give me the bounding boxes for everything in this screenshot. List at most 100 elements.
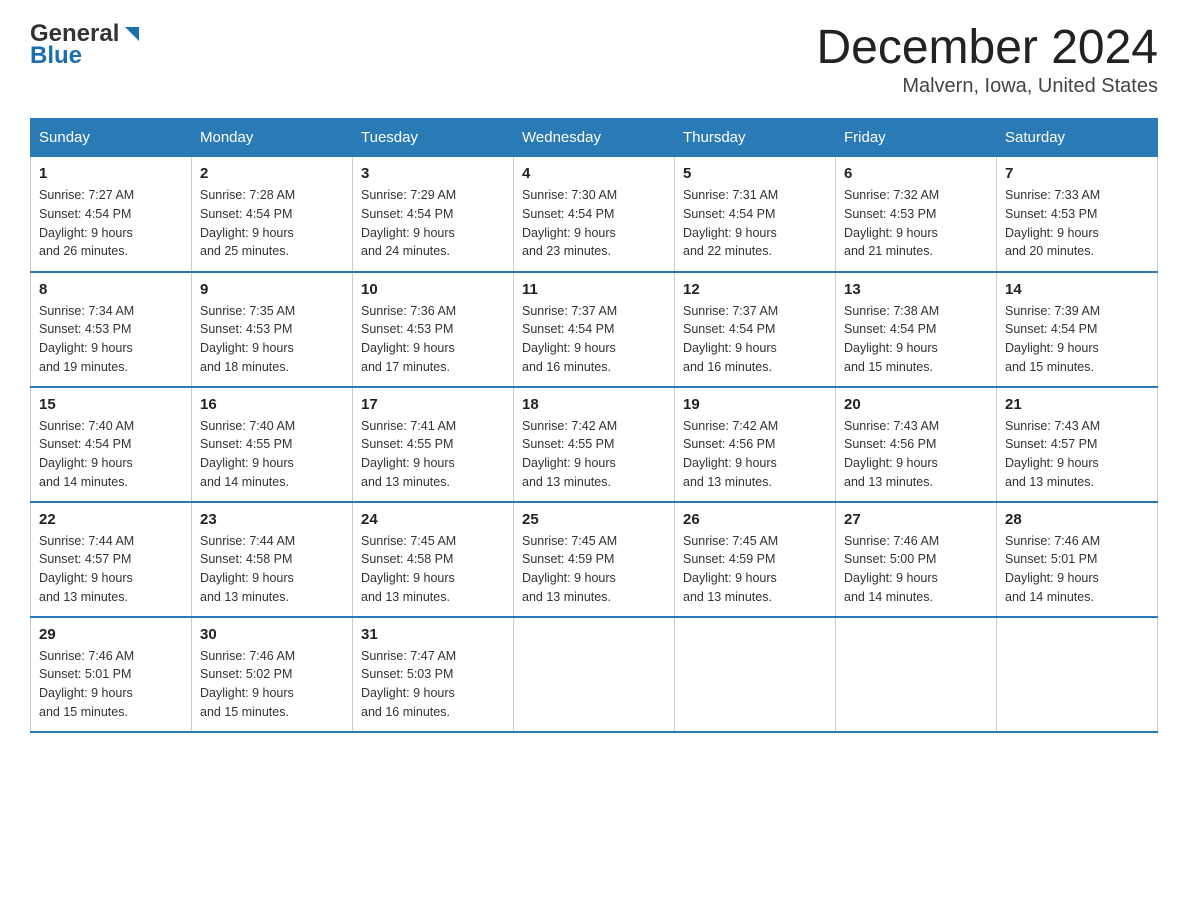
page-subtitle: Malvern, Iowa, United States: [816, 75, 1158, 98]
day-info: Sunrise: 7:36 AM Sunset: 4:53 PM Dayligh…: [361, 302, 505, 377]
day-number: 24: [361, 511, 505, 528]
calendar-cell: 15 Sunrise: 7:40 AM Sunset: 4:54 PM Dayl…: [31, 387, 192, 502]
calendar-cell: 24 Sunrise: 7:45 AM Sunset: 4:58 PM Dayl…: [353, 502, 514, 617]
day-info: Sunrise: 7:43 AM Sunset: 4:56 PM Dayligh…: [844, 417, 988, 492]
day-info: Sunrise: 7:40 AM Sunset: 4:54 PM Dayligh…: [39, 417, 183, 492]
calendar-cell: 4 Sunrise: 7:30 AM Sunset: 4:54 PM Dayli…: [514, 157, 675, 272]
logo-arrow-icon: [121, 23, 143, 45]
calendar-cell: 19 Sunrise: 7:42 AM Sunset: 4:56 PM Dayl…: [675, 387, 836, 502]
calendar-cell: 25 Sunrise: 7:45 AM Sunset: 4:59 PM Dayl…: [514, 502, 675, 617]
title-block: December 2024 Malvern, Iowa, United Stat…: [816, 20, 1158, 98]
day-info: Sunrise: 7:44 AM Sunset: 4:57 PM Dayligh…: [39, 532, 183, 607]
day-info: Sunrise: 7:41 AM Sunset: 4:55 PM Dayligh…: [361, 417, 505, 492]
day-info: Sunrise: 7:46 AM Sunset: 5:02 PM Dayligh…: [200, 647, 344, 722]
calendar-cell: [675, 617, 836, 732]
day-number: 31: [361, 626, 505, 643]
day-info: Sunrise: 7:28 AM Sunset: 4:54 PM Dayligh…: [200, 186, 344, 261]
calendar-cell: 1 Sunrise: 7:27 AM Sunset: 4:54 PM Dayli…: [31, 157, 192, 272]
calendar-cell: 14 Sunrise: 7:39 AM Sunset: 4:54 PM Dayl…: [997, 272, 1158, 387]
day-number: 29: [39, 626, 183, 643]
day-number: 14: [1005, 281, 1149, 298]
week-row-5: 29 Sunrise: 7:46 AM Sunset: 5:01 PM Dayl…: [31, 617, 1158, 732]
day-info: Sunrise: 7:47 AM Sunset: 5:03 PM Dayligh…: [361, 647, 505, 722]
day-info: Sunrise: 7:30 AM Sunset: 4:54 PM Dayligh…: [522, 186, 666, 261]
day-number: 18: [522, 396, 666, 413]
header-monday: Monday: [192, 119, 353, 157]
calendar-cell: 9 Sunrise: 7:35 AM Sunset: 4:53 PM Dayli…: [192, 272, 353, 387]
calendar-cell: 8 Sunrise: 7:34 AM Sunset: 4:53 PM Dayli…: [31, 272, 192, 387]
week-row-2: 8 Sunrise: 7:34 AM Sunset: 4:53 PM Dayli…: [31, 272, 1158, 387]
calendar-cell: [514, 617, 675, 732]
day-number: 30: [200, 626, 344, 643]
calendar-cell: 30 Sunrise: 7:46 AM Sunset: 5:02 PM Dayl…: [192, 617, 353, 732]
header-thursday: Thursday: [675, 119, 836, 157]
day-number: 4: [522, 165, 666, 182]
page-header: General Blue December 2024 Malvern, Iowa…: [30, 20, 1158, 98]
calendar-cell: [997, 617, 1158, 732]
day-info: Sunrise: 7:37 AM Sunset: 4:54 PM Dayligh…: [683, 302, 827, 377]
calendar-cell: 23 Sunrise: 7:44 AM Sunset: 4:58 PM Dayl…: [192, 502, 353, 617]
calendar-cell: 2 Sunrise: 7:28 AM Sunset: 4:54 PM Dayli…: [192, 157, 353, 272]
day-number: 11: [522, 281, 666, 298]
calendar-cell: 22 Sunrise: 7:44 AM Sunset: 4:57 PM Dayl…: [31, 502, 192, 617]
day-info: Sunrise: 7:46 AM Sunset: 5:00 PM Dayligh…: [844, 532, 988, 607]
calendar-cell: 28 Sunrise: 7:46 AM Sunset: 5:01 PM Dayl…: [997, 502, 1158, 617]
day-number: 28: [1005, 511, 1149, 528]
day-number: 16: [200, 396, 344, 413]
calendar-cell: 27 Sunrise: 7:46 AM Sunset: 5:00 PM Dayl…: [836, 502, 997, 617]
week-row-3: 15 Sunrise: 7:40 AM Sunset: 4:54 PM Dayl…: [31, 387, 1158, 502]
day-number: 22: [39, 511, 183, 528]
header-tuesday: Tuesday: [353, 119, 514, 157]
day-number: 1: [39, 165, 183, 182]
week-row-1: 1 Sunrise: 7:27 AM Sunset: 4:54 PM Dayli…: [31, 157, 1158, 272]
day-info: Sunrise: 7:42 AM Sunset: 4:55 PM Dayligh…: [522, 417, 666, 492]
day-number: 17: [361, 396, 505, 413]
day-info: Sunrise: 7:34 AM Sunset: 4:53 PM Dayligh…: [39, 302, 183, 377]
day-number: 2: [200, 165, 344, 182]
header-wednesday: Wednesday: [514, 119, 675, 157]
day-number: 21: [1005, 396, 1149, 413]
day-number: 13: [844, 281, 988, 298]
page-title: December 2024: [816, 20, 1158, 75]
day-info: Sunrise: 7:45 AM Sunset: 4:59 PM Dayligh…: [522, 532, 666, 607]
day-info: Sunrise: 7:40 AM Sunset: 4:55 PM Dayligh…: [200, 417, 344, 492]
day-number: 23: [200, 511, 344, 528]
header-saturday: Saturday: [997, 119, 1158, 157]
day-number: 20: [844, 396, 988, 413]
calendar-table: SundayMondayTuesdayWednesdayThursdayFrid…: [30, 118, 1158, 733]
header-sunday: Sunday: [31, 119, 192, 157]
calendar-cell: [836, 617, 997, 732]
logo: General Blue: [30, 20, 143, 70]
day-info: Sunrise: 7:37 AM Sunset: 4:54 PM Dayligh…: [522, 302, 666, 377]
day-number: 9: [200, 281, 344, 298]
day-info: Sunrise: 7:43 AM Sunset: 4:57 PM Dayligh…: [1005, 417, 1149, 492]
calendar-cell: 18 Sunrise: 7:42 AM Sunset: 4:55 PM Dayl…: [514, 387, 675, 502]
day-number: 25: [522, 511, 666, 528]
day-info: Sunrise: 7:44 AM Sunset: 4:58 PM Dayligh…: [200, 532, 344, 607]
calendar-cell: 20 Sunrise: 7:43 AM Sunset: 4:56 PM Dayl…: [836, 387, 997, 502]
day-number: 5: [683, 165, 827, 182]
calendar-cell: 3 Sunrise: 7:29 AM Sunset: 4:54 PM Dayli…: [353, 157, 514, 272]
day-number: 3: [361, 165, 505, 182]
day-number: 12: [683, 281, 827, 298]
day-info: Sunrise: 7:31 AM Sunset: 4:54 PM Dayligh…: [683, 186, 827, 261]
day-info: Sunrise: 7:42 AM Sunset: 4:56 PM Dayligh…: [683, 417, 827, 492]
day-info: Sunrise: 7:32 AM Sunset: 4:53 PM Dayligh…: [844, 186, 988, 261]
day-info: Sunrise: 7:39 AM Sunset: 4:54 PM Dayligh…: [1005, 302, 1149, 377]
day-info: Sunrise: 7:29 AM Sunset: 4:54 PM Dayligh…: [361, 186, 505, 261]
day-number: 26: [683, 511, 827, 528]
day-info: Sunrise: 7:45 AM Sunset: 4:58 PM Dayligh…: [361, 532, 505, 607]
day-number: 27: [844, 511, 988, 528]
logo-blue: Blue: [30, 42, 82, 70]
day-number: 6: [844, 165, 988, 182]
header-friday: Friday: [836, 119, 997, 157]
day-number: 10: [361, 281, 505, 298]
day-info: Sunrise: 7:27 AM Sunset: 4:54 PM Dayligh…: [39, 186, 183, 261]
calendar-cell: 6 Sunrise: 7:32 AM Sunset: 4:53 PM Dayli…: [836, 157, 997, 272]
day-info: Sunrise: 7:35 AM Sunset: 4:53 PM Dayligh…: [200, 302, 344, 377]
week-row-4: 22 Sunrise: 7:44 AM Sunset: 4:57 PM Dayl…: [31, 502, 1158, 617]
calendar-cell: 31 Sunrise: 7:47 AM Sunset: 5:03 PM Dayl…: [353, 617, 514, 732]
day-number: 15: [39, 396, 183, 413]
calendar-cell: 16 Sunrise: 7:40 AM Sunset: 4:55 PM Dayl…: [192, 387, 353, 502]
calendar-cell: 29 Sunrise: 7:46 AM Sunset: 5:01 PM Dayl…: [31, 617, 192, 732]
